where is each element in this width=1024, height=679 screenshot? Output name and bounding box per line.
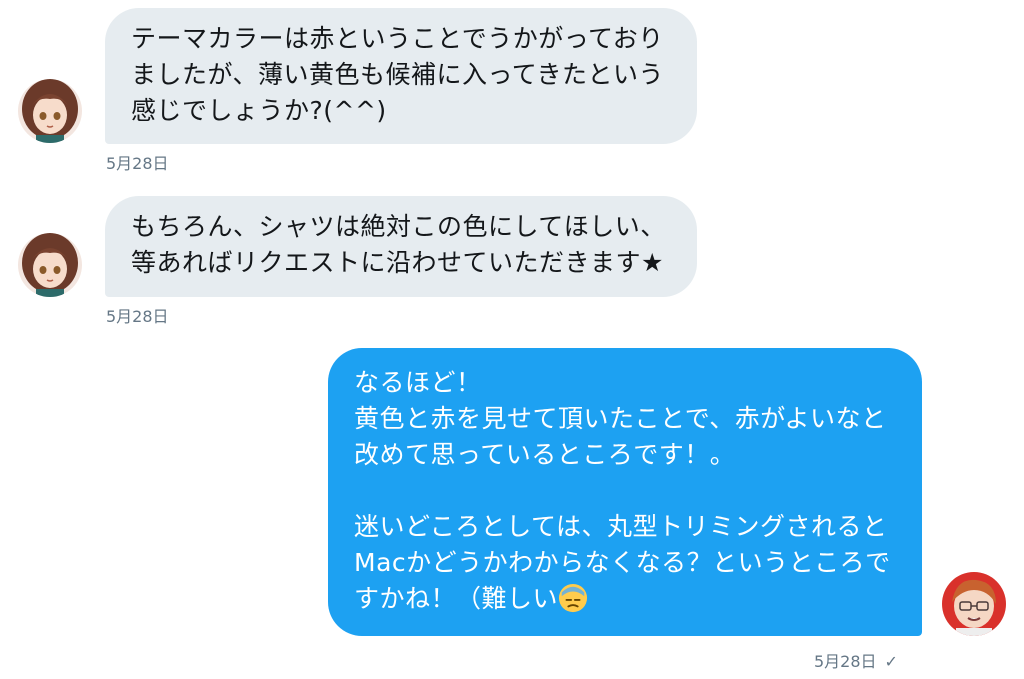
sender-avatar[interactable] [18, 79, 82, 143]
message-text-line: 黄色と赤を見せて頂いたことで、赤がよいなと [354, 404, 887, 433]
illustrated-avatar-icon [942, 572, 1006, 636]
conversation-view: テーマカラーは赤ということでうかがっており ましたが、薄い黄色も候補に入ってきた… [0, 0, 1024, 679]
message-timestamp: 5月28日 [106, 154, 169, 173]
sender-avatar[interactable] [18, 233, 82, 297]
message-timestamp: 5月28日 [106, 307, 169, 326]
message-text-line: テーマカラーは赤ということでうかがっており [131, 24, 664, 53]
my-avatar[interactable] [942, 572, 1006, 636]
message-text-line: Macかどうかわからなくなる？というところで [354, 548, 891, 577]
timestamp-text: 5月28日 [814, 652, 877, 671]
read-check-icon: ✓ [884, 652, 898, 671]
message-bubble-sent[interactable]: なるほど！ 黄色と赤を見せて頂いたことで、赤がよいなと 改めて思っているところで… [328, 348, 922, 636]
message-text-line: 改めて思っているところです！。 [354, 440, 736, 469]
downcast-sweat-face-emoji-icon [558, 583, 588, 613]
message-bubble-received[interactable]: もちろん、シャツは絶対この色にしてほしい、 等あればリクエストに沿わせていただき… [105, 196, 697, 297]
message-text-line: 感じでしょうか?(^^) [131, 96, 387, 125]
anime-girl-avatar-icon [18, 79, 82, 143]
message-text-line: 迷いどころとしては、丸型トリミングされると [354, 512, 888, 541]
message-text-line: ましたが、薄い黄色も候補に入ってきたという [131, 60, 665, 89]
message-timestamp: 5月28日 ✓ [814, 648, 898, 672]
anime-girl-avatar-icon [18, 233, 82, 297]
message-text-fragment: すかね！（難しい [354, 584, 559, 613]
message-text-line: もちろん、シャツは絶対この色にしてほしい、 [131, 212, 666, 241]
message-text-line: 等あればリクエストに沿わせていただきます★ [131, 248, 664, 277]
message-text-line-last: すかね！（難しい [354, 581, 900, 617]
message-text-line [354, 473, 900, 509]
message-text-line: なるほど！ [354, 368, 482, 397]
message-bubble-received[interactable]: テーマカラーは赤ということでうかがっており ましたが、薄い黄色も候補に入ってきた… [105, 8, 697, 144]
